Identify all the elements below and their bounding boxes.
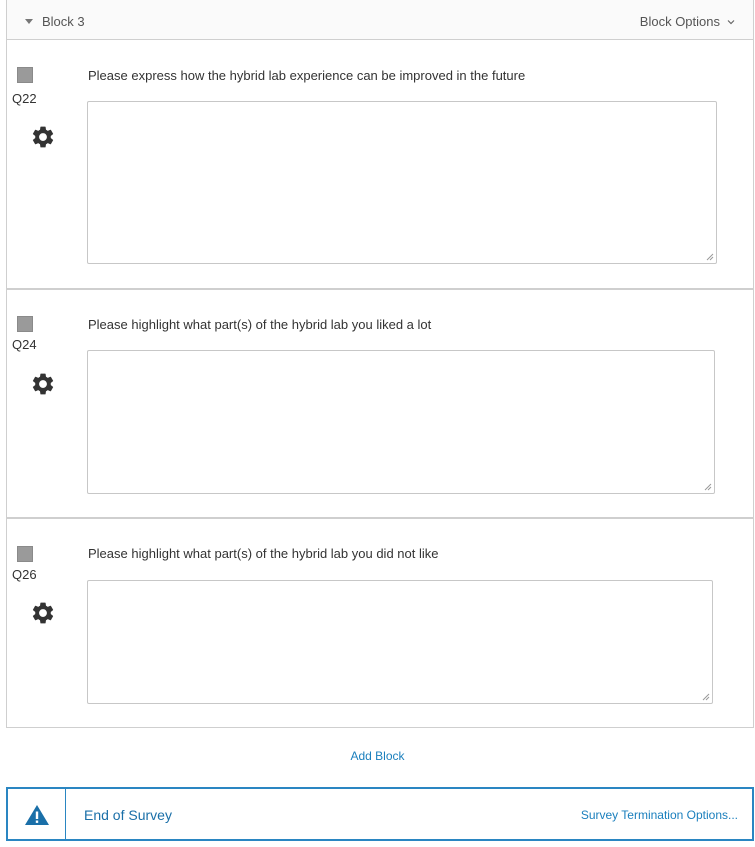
block-header: Block 3 Block Options [7,0,753,40]
answer-textarea[interactable] [87,580,713,704]
chevron-down-icon [727,19,735,24]
survey-block: Block 3 Block Options Q22 Please express… [6,0,754,728]
gear-icon[interactable] [30,124,56,150]
resize-handle-icon[interactable] [704,483,712,491]
answer-textarea[interactable] [87,101,717,264]
question-number: Q26 [12,567,37,582]
block-options-label: Block Options [639,14,720,29]
end-survey-divider [65,789,66,839]
answer-textarea[interactable] [87,350,715,494]
survey-termination-options-link[interactable]: Survey Termination Options... [581,808,738,822]
question-q26: Q26 Please highlight what part(s) of the… [7,519,753,728]
question-number: Q24 [12,337,37,352]
question-select-checkbox[interactable] [17,546,33,562]
question-text: Please express how the hybrid lab experi… [88,68,526,83]
resize-handle-icon[interactable] [706,253,714,261]
gear-icon[interactable] [30,600,56,626]
warning-icon [25,805,49,825]
end-of-survey-label: End of Survey [84,807,172,823]
caret-down-icon [25,19,33,24]
block-collapse-toggle[interactable]: Block 3 [25,14,85,29]
add-block-link[interactable]: Add Block [0,749,755,763]
block-title: Block 3 [42,14,85,29]
question-number: Q22 [12,91,37,106]
gear-icon[interactable] [30,371,56,397]
question-text: Please highlight what part(s) of the hyb… [88,546,439,561]
question-q22: Q22 Please express how the hybrid lab ex… [7,40,753,290]
block-options-menu[interactable]: Block Options [640,14,735,29]
question-select-checkbox[interactable] [17,67,33,83]
question-text: Please highlight what part(s) of the hyb… [88,317,432,332]
question-q24: Q24 Please highlight what part(s) of the… [7,290,753,519]
question-select-checkbox[interactable] [17,316,33,332]
end-of-survey-bar: End of Survey Survey Termination Options… [6,787,754,841]
resize-handle-icon[interactable] [702,693,710,701]
